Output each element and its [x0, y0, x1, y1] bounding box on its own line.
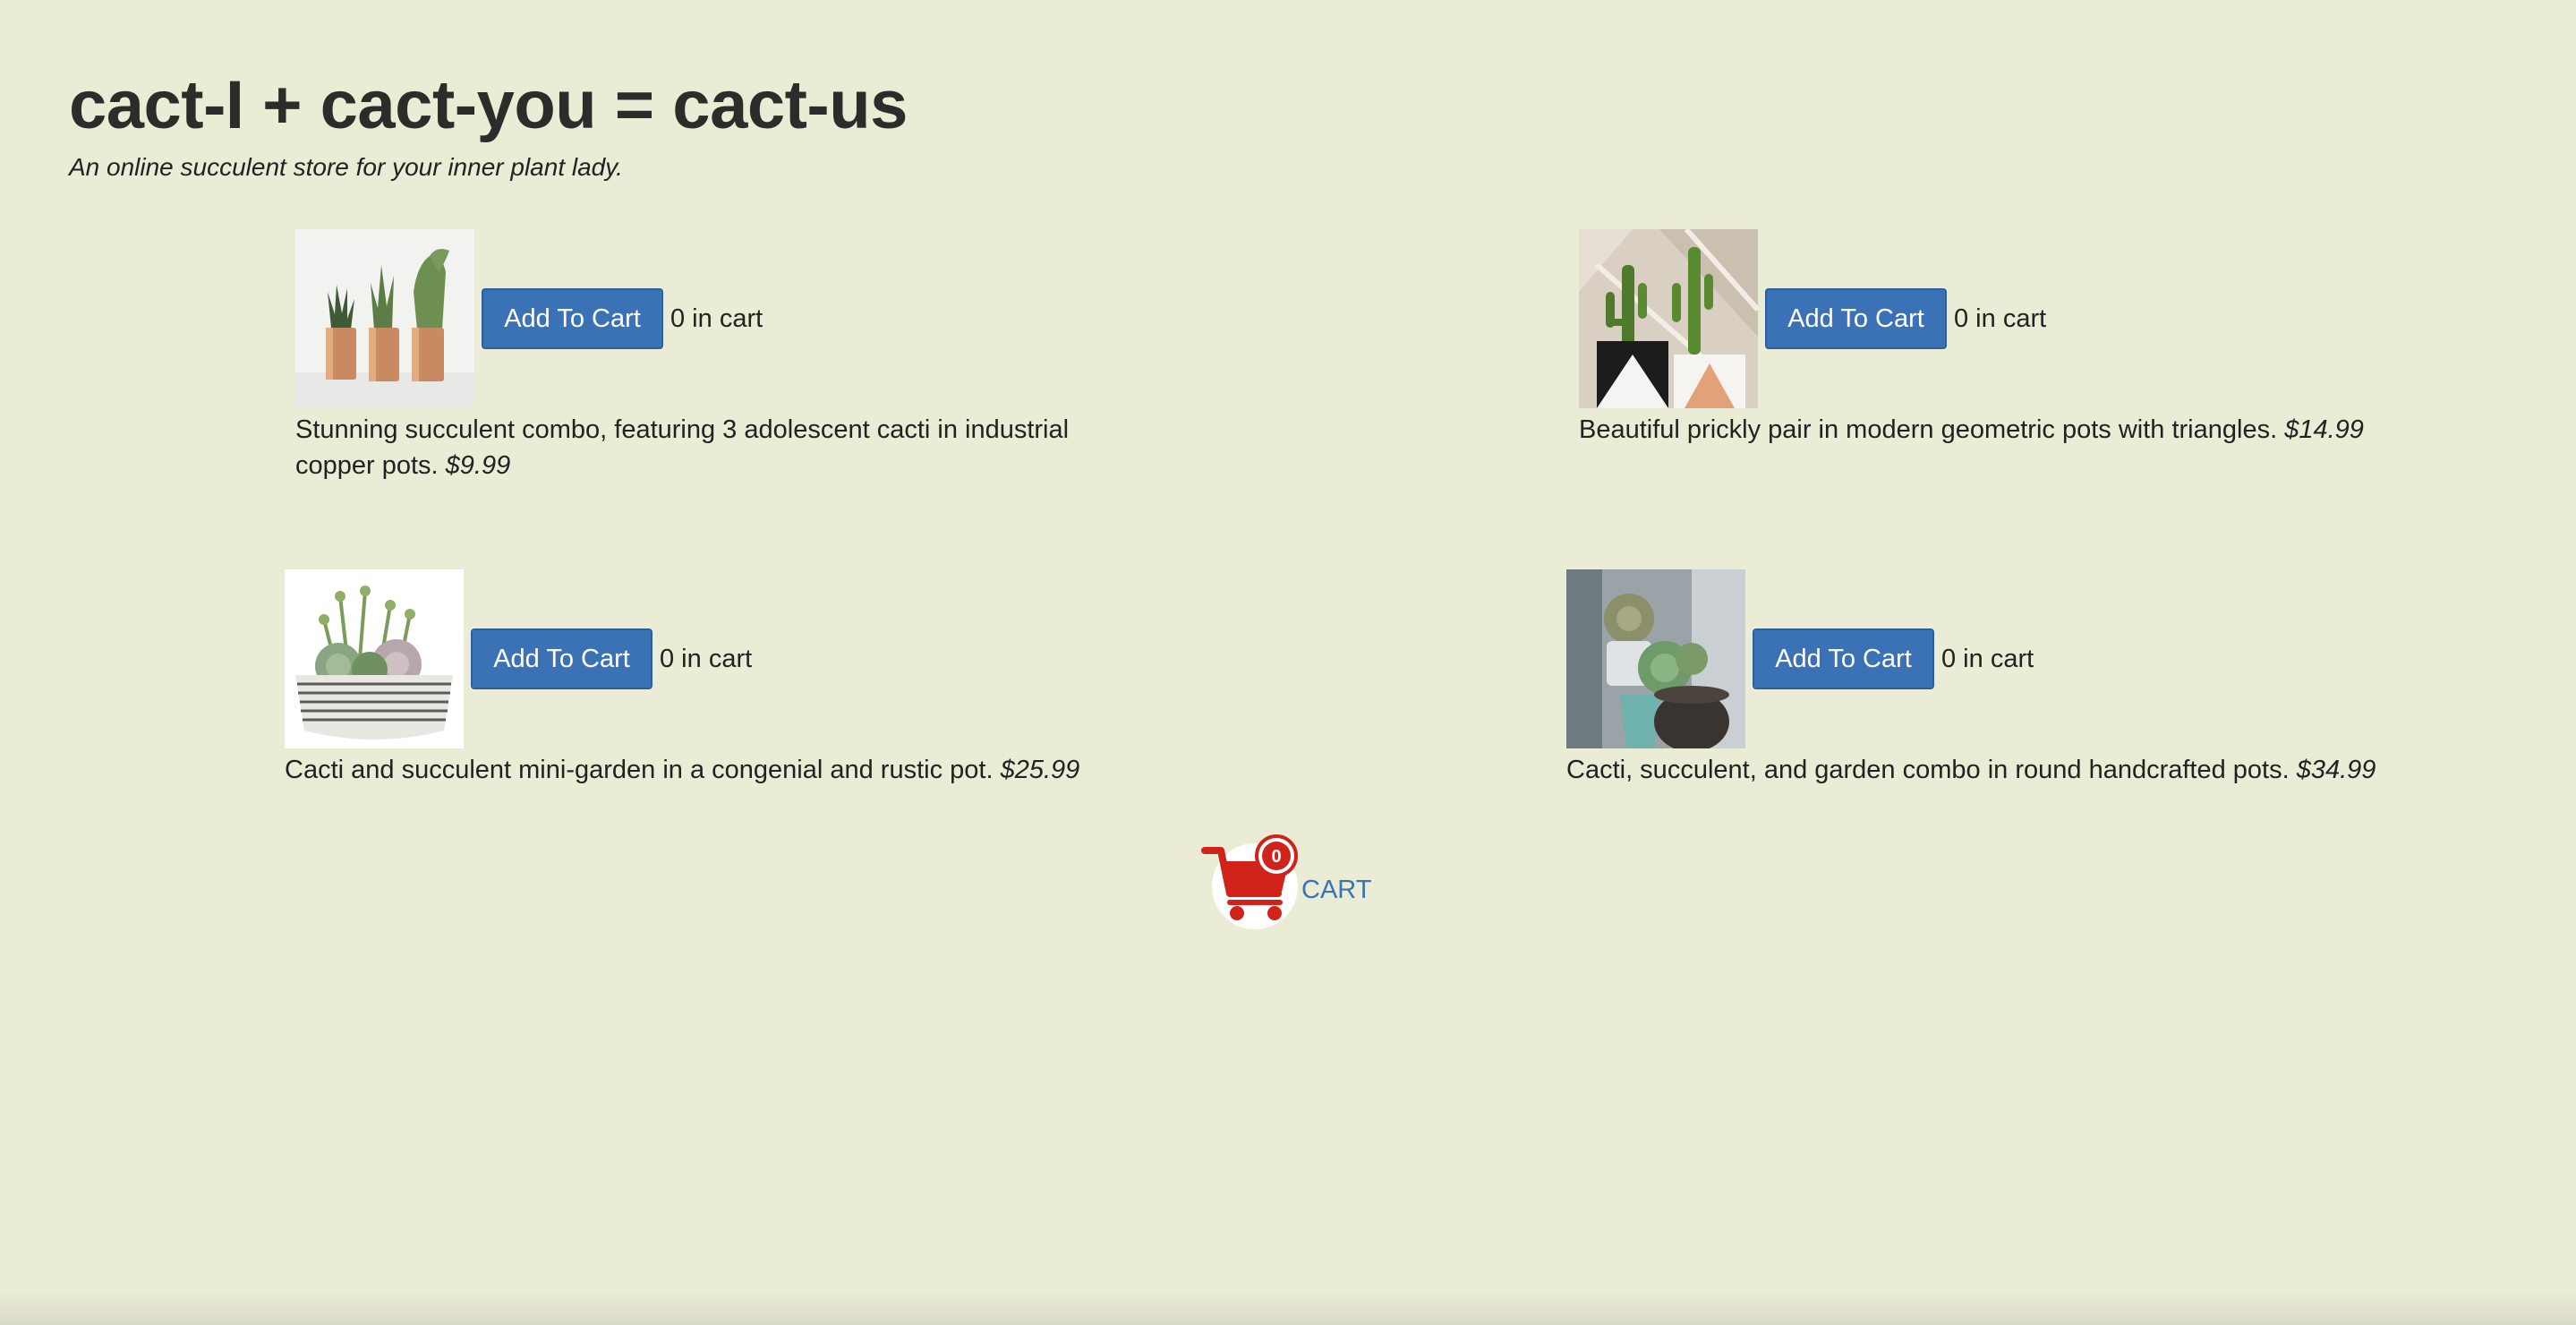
page-subtitle: An online succulent store for your inner… [69, 153, 623, 181]
product-row: Add To Cart 0 in cart [295, 229, 1101, 408]
page-header: cact-I + cact-you = cact-us An online su… [69, 63, 908, 183]
cart-count-label: 0 in cart [1954, 303, 2047, 333]
product-card: Add To Cart 0 in cart Beautiful prickly … [1579, 229, 2438, 448]
product-price: $14.99 [2284, 415, 2364, 444]
product-card: Add To Cart 0 in cart Cacti, succulent, … [1566, 569, 2426, 788]
add-to-cart-button[interactable]: Add To Cart [1753, 628, 1934, 689]
product-row: Add To Cart 0 in cart [1566, 569, 2426, 748]
product-description: Cacti, succulent, and garden combo in ro… [1566, 752, 2426, 788]
product-description-text: Cacti, succulent, and garden combo in ro… [1566, 756, 2290, 784]
product-description-text: Stunning succulent combo, featuring 3 ad… [295, 415, 1070, 480]
cart-badge-count: 0 [1271, 847, 1281, 867]
shopping-cart-icon: 0 [1201, 834, 1298, 929]
product-card: Add To Cart 0 in cart Cacti and succulen… [285, 569, 1144, 788]
cart-label[interactable]: CART [1301, 876, 1371, 905]
add-to-cart-button[interactable]: Add To Cart [1765, 288, 1947, 349]
product-price: $34.99 [2296, 756, 2376, 784]
product-row: Add To Cart 0 in cart [1579, 229, 2438, 408]
product-image-round-pots [1566, 569, 1745, 748]
product-image-mini-garden [285, 569, 464, 748]
product-description-text: Cacti and succulent mini-garden in a con… [285, 756, 994, 784]
product-description: Beautiful prickly pair in modern geometr… [1579, 412, 2438, 448]
add-to-cart-button[interactable]: Add To Cart [482, 288, 663, 349]
product-description: Cacti and succulent mini-garden in a con… [285, 752, 1144, 788]
product-description: Stunning succulent combo, featuring 3 ad… [295, 412, 1083, 483]
page-title: cact-I + cact-you = cact-us [69, 67, 908, 143]
cart-count-label: 0 in cart [670, 303, 763, 333]
product-image-geometric-pots [1579, 229, 1758, 408]
bottom-shadow [0, 1289, 2576, 1325]
add-to-cart-button[interactable]: Add To Cart [471, 628, 653, 689]
cart-count-label: 0 in cart [1941, 644, 2034, 673]
product-price: $9.99 [445, 451, 511, 480]
product-image-copper-cacti [295, 229, 474, 408]
product-price: $25.99 [1000, 756, 1080, 784]
product-description-text: Beautiful prickly pair in modern geometr… [1579, 415, 2278, 444]
product-row: Add To Cart 0 in cart [285, 569, 1144, 748]
product-card: Add To Cart 0 in cart Stunning succulent… [295, 229, 1101, 483]
cart-link[interactable]: 0 CART [1199, 833, 1371, 940]
cart-count-label: 0 in cart [660, 644, 753, 673]
